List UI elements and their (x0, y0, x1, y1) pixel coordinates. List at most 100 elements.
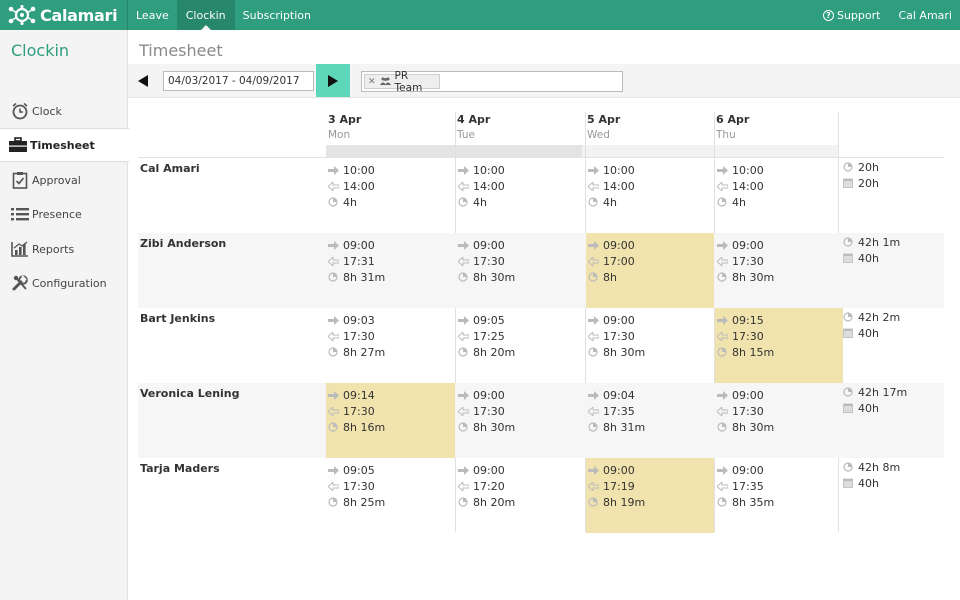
cell-out-value: 14:00 (732, 179, 764, 193)
support-link[interactable]: ? Support (822, 9, 880, 22)
cell-dur-line: 8h 30m (458, 270, 515, 284)
cell-dur-line: 8h 25m (328, 495, 385, 509)
time-cell[interactable]: 09:00 17:30 8h 30m (456, 233, 584, 308)
day-name: Tue (457, 129, 475, 141)
sidebar: Clockin Clock Timesheet Approval Presence Re… (0, 30, 129, 600)
cell-in-value: 09:05 (343, 463, 375, 477)
employee-name[interactable]: Cal Amari (140, 162, 200, 175)
cell-dur-value: 8h 20m (473, 345, 516, 359)
clock-out-arrow-icon (328, 406, 341, 416)
duration-icon (328, 347, 341, 357)
time-cell[interactable]: 09:05 17:30 8h 25m (326, 458, 455, 533)
employee-name[interactable]: Veronica Lening (140, 387, 240, 400)
cell-in-value: 10:00 (732, 163, 764, 177)
sidebar-item-reports[interactable]: Reports (0, 232, 128, 266)
time-cell[interactable]: 09:00 17:20 8h 20m (456, 458, 584, 533)
cell-out-line: 17:30 (588, 329, 635, 343)
clock-out-arrow-icon (717, 331, 730, 341)
employee-name[interactable]: Bart Jenkins (140, 312, 215, 325)
time-cell[interactable]: 09:00 17:30 8h 30m (715, 233, 843, 308)
cell-in-value: 09:00 (343, 238, 375, 252)
sidebar-item-label: Presence (32, 207, 82, 221)
clock-out-arrow-icon (588, 256, 601, 266)
clock-in-arrow-icon (458, 240, 471, 250)
time-cell[interactable]: 09:00 17:30 8h 30m (715, 383, 843, 458)
cell-out-value: 14:00 (473, 179, 505, 193)
total-planned-line: 40h (843, 476, 879, 490)
nav-leave[interactable]: Leave (127, 0, 177, 30)
total-planned-value: 40h (858, 401, 879, 415)
cell-in-value: 09:00 (732, 388, 764, 402)
time-cell[interactable]: 10:00 14:00 4h (715, 158, 843, 233)
cell-out-line: 17:30 (717, 404, 764, 418)
cell-in-value: 09:04 (603, 388, 635, 402)
cell-in-line: 09:00 (717, 388, 764, 402)
time-cell[interactable]: 10:00 14:00 4h (326, 158, 455, 233)
time-cell[interactable]: 09:00 17:00 8h (586, 233, 714, 308)
clock-in-arrow-icon (717, 390, 730, 400)
cell-dur-value: 4h (732, 195, 746, 209)
cell-out-line: 17:30 (717, 254, 764, 268)
time-cell[interactable]: 09:14 17:30 8h 16m (326, 383, 455, 458)
prev-week-button[interactable] (136, 73, 150, 89)
cell-out-value: 14:00 (603, 179, 635, 193)
total-worked-line: 42h 8m (843, 460, 900, 474)
total-cell: 42h 2m 40h (839, 308, 944, 383)
sidebar-item-clock[interactable]: Clock (0, 94, 128, 128)
cell-dur-value: 8h (603, 270, 617, 284)
total-worked-line: 20h (843, 160, 879, 174)
table-row: Bart Jenkins 09:03 17:30 8h 27m 09:05 17:25 8h… (138, 308, 944, 383)
clock-in-arrow-icon (717, 465, 730, 475)
time-cell[interactable]: 09:03 17:30 8h 27m (326, 308, 455, 383)
cell-dur-value: 8h 25m (343, 495, 386, 509)
cell-out-line: 17:20 (458, 479, 505, 493)
time-cell[interactable]: 09:00 17:31 8h 31m (326, 233, 455, 308)
cell-in-value: 09:00 (732, 238, 764, 252)
sidebar-item-label: Configuration (32, 276, 107, 290)
top-bar: Calamari Leave Clockin Subscription ? Supp… (0, 0, 960, 30)
cell-in-value: 10:00 (343, 163, 375, 177)
calamari-logo[interactable]: Calamari (7, 5, 118, 25)
sidebar-item-approval[interactable]: Approval (0, 163, 128, 197)
clock-out-arrow-icon (458, 181, 471, 191)
sidebar-item-configuration[interactable]: Configuration (0, 266, 128, 300)
day-date: 4 Apr (457, 113, 491, 126)
cell-in-value: 09:00 (473, 238, 505, 252)
total-worked-line: 42h 1m (843, 235, 900, 249)
time-cell[interactable]: 09:00 17:19 8h 19m (586, 458, 714, 533)
time-cell[interactable]: 09:00 17:35 8h 35m (715, 458, 843, 533)
time-cell[interactable]: 09:04 17:35 8h 31m (586, 383, 714, 458)
cell-in-value: 09:00 (603, 313, 635, 327)
cell-out-value: 14:00 (343, 179, 375, 193)
clock-in-arrow-icon (458, 315, 471, 325)
triangle-right-icon (328, 74, 338, 87)
duration-icon (843, 312, 856, 322)
nav-subscription[interactable]: Subscription (233, 0, 319, 30)
time-cell[interactable]: 09:05 17:25 8h 20m (456, 308, 584, 383)
table-row: Zibi Anderson 09:00 17:31 8h 31m 09:00 17:30 8… (138, 233, 944, 308)
clock-out-arrow-icon (328, 481, 341, 491)
duration-icon (588, 422, 601, 432)
time-cell[interactable]: 09:00 17:30 8h 30m (456, 383, 584, 458)
time-cell[interactable]: 09:00 17:30 8h 30m (586, 308, 714, 383)
employee-name[interactable]: Zibi Anderson (140, 237, 226, 250)
clock-out-arrow-icon (588, 406, 601, 416)
time-cell[interactable]: 10:00 14:00 4h (456, 158, 584, 233)
sidebar-item-presence[interactable]: Presence (0, 197, 128, 231)
calendar-icon (843, 478, 856, 488)
cell-in-line: 09:05 (458, 313, 505, 327)
date-range-input[interactable] (163, 71, 314, 91)
nav-clockin[interactable]: Clockin (176, 0, 234, 30)
cell-in-line: 09:00 (717, 238, 764, 252)
remove-tag-icon[interactable]: ✕ (368, 77, 376, 87)
sidebar-item-timesheet[interactable]: Timesheet (0, 128, 129, 162)
day-name: Thu (716, 129, 736, 141)
next-week-button[interactable] (316, 64, 350, 97)
time-cell[interactable]: 10:00 14:00 4h (586, 158, 714, 233)
sidebar-item-label: Approval (32, 173, 81, 187)
employee-name[interactable]: Tarja Maders (140, 462, 220, 475)
cell-dur-value: 8h 30m (473, 270, 516, 284)
time-cell[interactable]: 09:15 17:30 8h 15m (715, 308, 843, 383)
user-menu[interactable]: Cal Amari (898, 9, 952, 22)
team-filter-input[interactable]: ✕ PR Team (361, 70, 623, 94)
